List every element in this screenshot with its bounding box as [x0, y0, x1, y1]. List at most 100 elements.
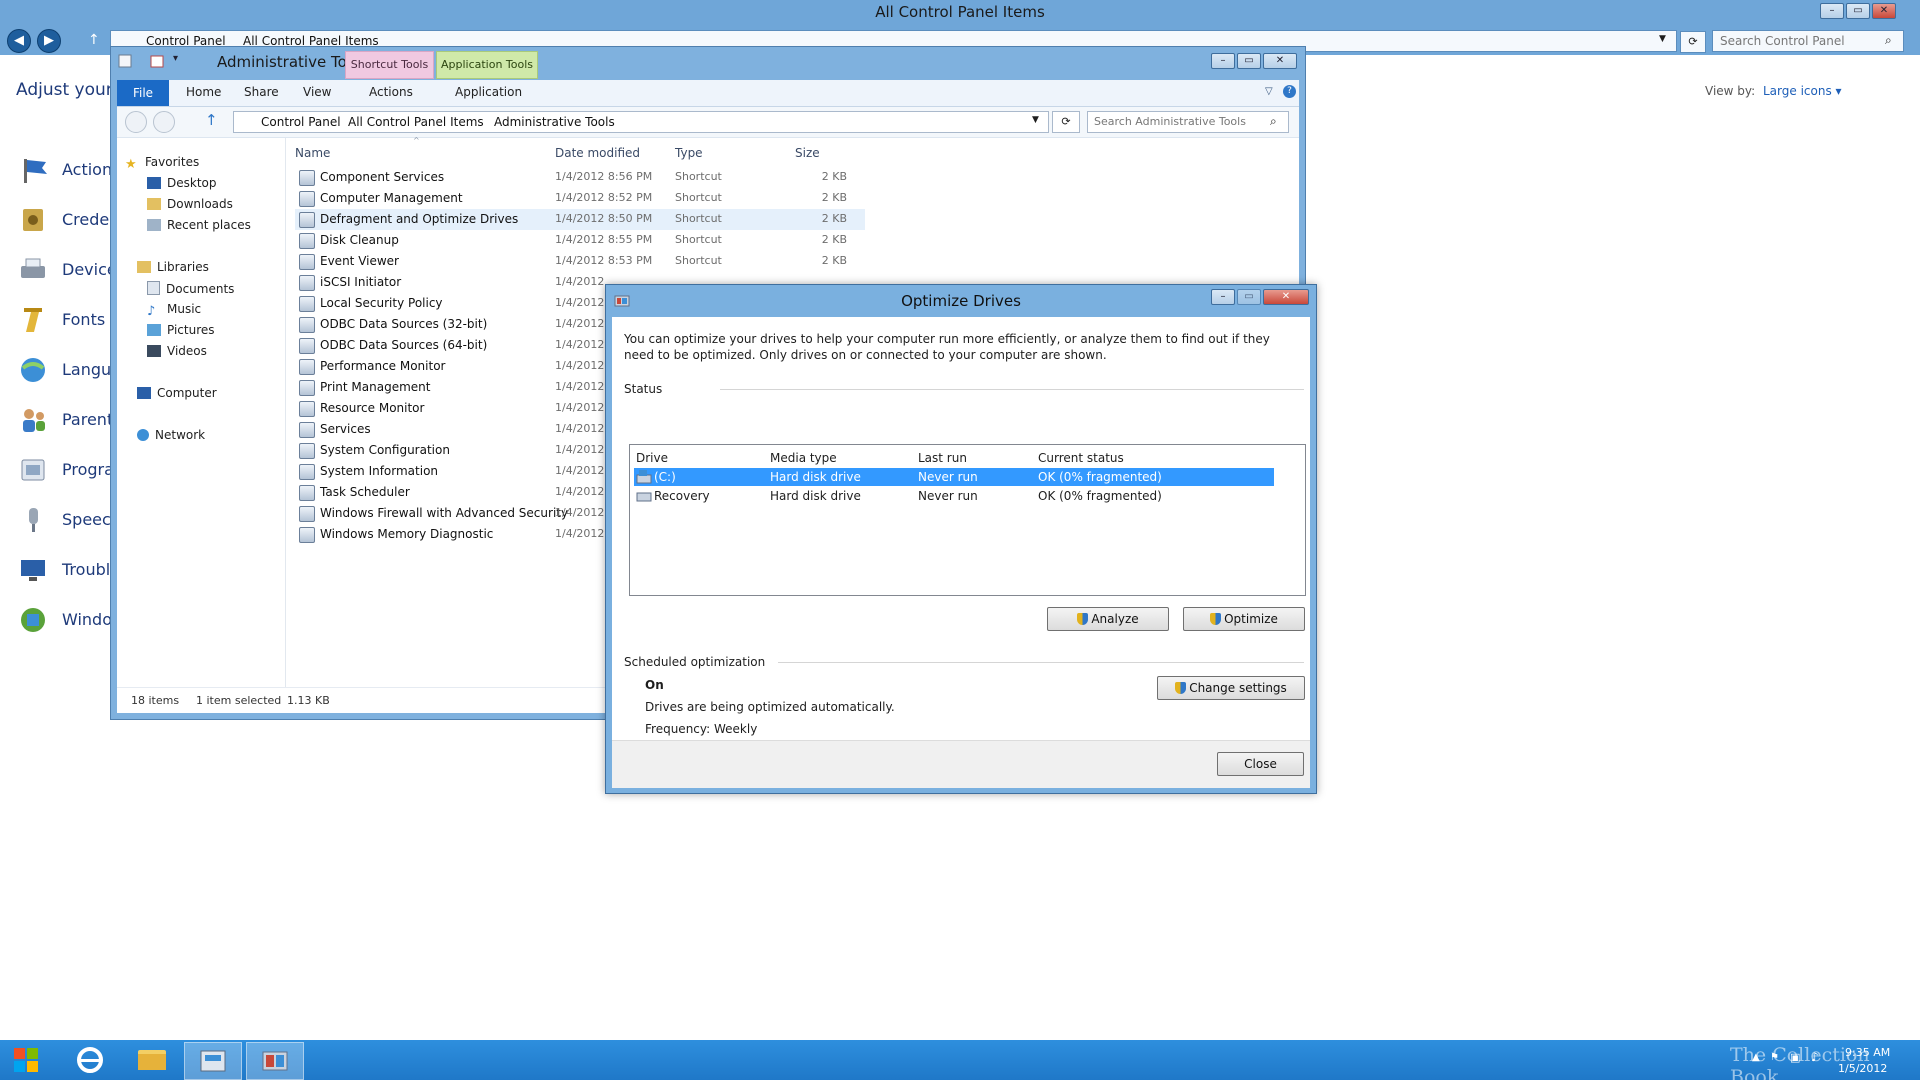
- current-status-column-header[interactable]: Current status: [1038, 451, 1124, 465]
- quick-access-dropdown-icon[interactable]: ▾: [173, 53, 189, 69]
- quick-access-new-folder-icon[interactable]: [149, 53, 165, 69]
- volume-icon[interactable]: ♪: [1811, 1050, 1819, 1064]
- cp-refresh-icon[interactable]: ⟳: [1680, 31, 1706, 53]
- cp-item-credential-manager[interactable]: Creden: [18, 202, 119, 238]
- ribbon-tab-view[interactable]: View: [303, 85, 331, 99]
- ribbon-tab-application[interactable]: Application: [455, 85, 522, 99]
- optimize-drives-taskbar-button[interactable]: [246, 1042, 304, 1080]
- ribbon-expand-icon[interactable]: ▽: [1265, 86, 1273, 97]
- exp-breadcrumb-admin-tools[interactable]: Administrative Tools: [494, 115, 615, 129]
- cp-item-action-center[interactable]: Action: [18, 152, 118, 188]
- nav-network[interactable]: Network: [137, 428, 205, 442]
- nav-libraries[interactable]: Libraries: [137, 260, 209, 274]
- cp-item-fonts[interactable]: Fonts: [18, 302, 118, 338]
- cp-maximize-button[interactable]: ▭: [1846, 3, 1870, 19]
- internet-explorer-taskbar-button[interactable]: [62, 1042, 118, 1078]
- nav-recent-places[interactable]: Recent places: [147, 218, 251, 232]
- nav-desktop[interactable]: Desktop: [147, 176, 217, 190]
- help-icon[interactable]: ?: [1283, 85, 1296, 98]
- explorer-title: Administrative To...: [217, 53, 361, 71]
- drive-column-header[interactable]: Drive: [636, 451, 668, 465]
- drive-row[interactable]: Recovery Hard disk drive Never run OK (0…: [634, 487, 1274, 505]
- shortcut-tools-tab[interactable]: Shortcut Tools: [345, 51, 434, 79]
- nav-downloads[interactable]: Downloads: [147, 197, 233, 211]
- close-button[interactable]: Close: [1217, 752, 1304, 776]
- chevron-down-icon[interactable]: ▼: [1659, 34, 1666, 44]
- back-button[interactable]: ◀: [7, 29, 31, 53]
- control-panel-taskbar-button[interactable]: [184, 1042, 242, 1080]
- cp-item-language[interactable]: Langua: [18, 352, 121, 388]
- start-button[interactable]: [0, 1042, 56, 1078]
- cp-item-devices-printers[interactable]: Devices: [18, 252, 125, 288]
- file-row-selected[interactable]: Defragment and Optimize Drives 1/4/2012 8…: [295, 209, 865, 230]
- exp-breadcrumb-control-panel[interactable]: Control Panel: [261, 115, 341, 129]
- dialog-close-x-button[interactable]: ✕: [1263, 289, 1309, 305]
- search-icon[interactable]: ⌕: [1885, 33, 1892, 48]
- shortcut-icon: [299, 275, 315, 291]
- explorer-search-input[interactable]: Search Administrative Tools ⌕: [1087, 111, 1289, 133]
- column-header-size[interactable]: Size: [795, 146, 820, 160]
- clock-date[interactable]: 1/5/2012: [1838, 1062, 1887, 1075]
- nav-computer[interactable]: Computer: [137, 386, 217, 400]
- cp-item-parental-controls[interactable]: Parenta: [18, 402, 123, 438]
- explorer-search-placeholder: Search Administrative Tools: [1094, 115, 1246, 128]
- cp-close-button[interactable]: ✕: [1872, 3, 1896, 19]
- dialog-minimize-button[interactable]: –: [1211, 289, 1235, 305]
- explorer-forward-button[interactable]: [153, 111, 175, 133]
- column-header-date[interactable]: Date modified: [555, 146, 640, 160]
- nav-videos[interactable]: Videos: [147, 344, 207, 358]
- cp-item-troubleshooting[interactable]: Trouble: [18, 552, 120, 588]
- cp-search-input[interactable]: Search Control Panel ⌕: [1712, 30, 1904, 52]
- explorer-address-bar[interactable]: Control Panel All Control Panel Items Ad…: [233, 111, 1049, 133]
- shortcut-icon: [299, 506, 315, 522]
- file-row[interactable]: Event Viewer 1/4/2012 8:53 PM Shortcut 2 KB: [295, 251, 865, 272]
- change-settings-button[interactable]: Change settings: [1157, 676, 1305, 700]
- column-header-name[interactable]: Name: [295, 146, 330, 160]
- file-row[interactable]: Computer Management 1/4/2012 8:52 PM Short…: [295, 188, 865, 209]
- cp-item-windows-update[interactable]: Windo: [18, 602, 118, 638]
- application-tools-tab[interactable]: Application Tools: [436, 51, 538, 79]
- drive-row-selected[interactable]: (C:) Hard disk drive Never run OK (0% fr…: [634, 468, 1274, 486]
- shortcut-icon: [299, 359, 315, 375]
- nav-favorites[interactable]: ★ Favorites: [125, 155, 199, 172]
- cp-item-programs-features[interactable]: Progra: [18, 452, 118, 488]
- shortcut-icon: [299, 380, 315, 396]
- drive-list[interactable]: Drive Media type Last run Current status…: [629, 444, 1306, 596]
- up-arrow-icon[interactable]: ↑: [88, 32, 100, 48]
- explorer-minimize-button[interactable]: –: [1211, 53, 1235, 69]
- flag-tray-icon[interactable]: ⚑: [1770, 1052, 1779, 1063]
- tray-chevron-icon[interactable]: ▲: [1752, 1052, 1760, 1063]
- optimize-button[interactable]: Optimize: [1183, 607, 1305, 631]
- ribbon-tab-file[interactable]: File: [117, 80, 169, 106]
- explorer-back-button[interactable]: [125, 111, 147, 133]
- last-run-column-header[interactable]: Last run: [918, 451, 967, 465]
- media-type-column-header[interactable]: Media type: [770, 451, 837, 465]
- quick-access-properties-icon[interactable]: [117, 53, 133, 69]
- file-row[interactable]: Disk Cleanup 1/4/2012 8:55 PM Shortcut 2 KB: [295, 230, 865, 251]
- explorer-up-icon[interactable]: ↑: [205, 111, 218, 129]
- explorer-refresh-icon[interactable]: ⟳: [1052, 111, 1080, 133]
- ribbon-tab-share[interactable]: Share: [244, 85, 279, 99]
- file-row[interactable]: Component Services 1/4/2012 8:56 PM Shortc…: [295, 167, 865, 188]
- forward-button[interactable]: ▶: [37, 29, 61, 53]
- exp-breadcrumb-all-items[interactable]: All Control Panel Items: [348, 115, 484, 129]
- network-tray-icon[interactable]: ▣: [1790, 1051, 1800, 1064]
- explorer-maximize-button[interactable]: ▭: [1237, 53, 1261, 69]
- ribbon-tab-actions[interactable]: Actions: [369, 85, 413, 99]
- file-explorer-taskbar-button[interactable]: [124, 1042, 180, 1078]
- nav-music[interactable]: ♪ Music: [147, 302, 201, 319]
- chevron-down-icon[interactable]: ▼: [1032, 115, 1039, 125]
- nav-documents[interactable]: Documents: [147, 281, 234, 296]
- view-by-dropdown[interactable]: Large icons ▾: [1763, 84, 1842, 98]
- search-icon[interactable]: ⌕: [1270, 114, 1277, 129]
- column-header-type[interactable]: Type: [675, 146, 703, 160]
- windows-update-icon: [21, 608, 45, 632]
- explorer-close-button[interactable]: ✕: [1263, 53, 1297, 69]
- ribbon-tab-home[interactable]: Home: [186, 85, 221, 99]
- analyze-button[interactable]: Analyze: [1047, 607, 1169, 631]
- nav-pictures[interactable]: Pictures: [147, 323, 215, 337]
- cp-minimize-button[interactable]: –: [1820, 3, 1844, 19]
- cp-item-speech-recognition[interactable]: Speech: [18, 502, 121, 538]
- printer-icon: [21, 258, 45, 278]
- clock-time[interactable]: 9:35 AM: [1845, 1046, 1890, 1059]
